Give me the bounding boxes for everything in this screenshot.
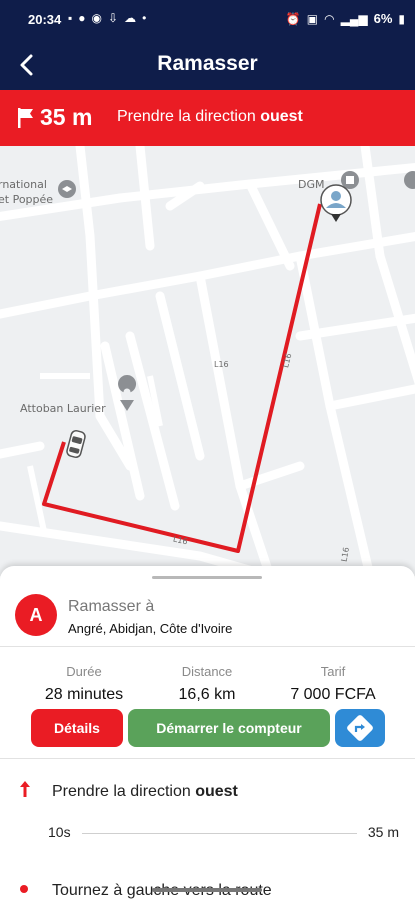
car-icon <box>66 430 86 458</box>
duration-label: Durée <box>66 664 102 679</box>
step-instruction: Prendre la direction ouest <box>52 783 238 801</box>
step-instruction-direction: ouest <box>195 783 238 800</box>
location-icon: ● <box>78 11 86 25</box>
messenger-icon: ◉ <box>91 11 102 25</box>
sheet-drag-handle[interactable] <box>152 576 262 579</box>
details-button[interactable]: Détails <box>31 709 123 747</box>
duration-value: 28 minutes <box>44 686 124 703</box>
signal-icon: ▂▄▆ <box>340 11 368 26</box>
map-label-place-1b: et Poppée <box>0 193 54 206</box>
notification-icons: ▪ ● ◉ ⇩ ☁ • <box>68 11 146 25</box>
fare-value: 7 000 FCFA <box>290 686 376 703</box>
navigation-button[interactable] <box>335 709 385 747</box>
wifi-icon: ◠ <box>324 11 335 26</box>
system-icons: ⏰ ▣ ◠ ▂▄▆ 6% ▮ <box>286 11 405 26</box>
trip-bottom-sheet: A Ramasser à Angré, Abidjan, Côte d'Ivoi… <box>0 566 415 900</box>
sim-icon: ▣ <box>306 11 319 26</box>
education-poi-icon <box>58 180 76 198</box>
map-label-place-1: rnational <box>0 178 47 191</box>
cloud-icon: ☁ <box>124 11 137 25</box>
map-label-street-1: L16 <box>214 360 229 369</box>
flag-icon <box>18 108 33 128</box>
alarm-icon: ⏰ <box>285 11 301 26</box>
map-label-place-2: Attoban Laurier <box>20 402 106 415</box>
banner-instruction-direction: ouest <box>260 108 303 125</box>
distance-label: Distance <box>181 664 233 679</box>
banner-instruction-prefix: Prendre la direction <box>117 108 256 125</box>
next-step-row: Tournez à gauche vers la route <box>0 872 415 900</box>
direction-arrow-icon <box>20 781 30 797</box>
distance-value: 16,6 km <box>178 686 236 703</box>
status-time: 20:34 <box>28 12 62 27</box>
banner-instruction: Prendre la direction ouest <box>117 108 303 126</box>
system-gesture-bar[interactable] <box>152 888 262 892</box>
directions-icon <box>347 715 373 741</box>
start-meter-button[interactable]: Démarrer le compteur <box>128 709 330 747</box>
navigation-banner: 35 m Prendre la direction ouest <box>0 90 415 146</box>
divider <box>0 646 415 647</box>
download-icon: ⇩ <box>108 11 119 25</box>
step-progress-line <box>82 833 357 834</box>
battery-percent: 6% <box>373 11 393 26</box>
pickup-title: Ramasser à <box>68 598 155 615</box>
app-bar: Ramasser <box>0 40 415 90</box>
fare-label: Tarif <box>320 664 346 679</box>
step-time: 10s <box>48 824 71 840</box>
pickup-badge: A <box>15 594 57 636</box>
banner-distance: 35 m <box>40 104 93 130</box>
divider <box>0 758 415 759</box>
battery-icon: ▮ <box>398 11 405 26</box>
passenger-pin-icon <box>320 184 352 222</box>
message-icon: ▪ <box>68 11 73 25</box>
more-notifications-icon: • <box>142 11 147 25</box>
map-streets <box>0 146 415 576</box>
page-title: Ramasser <box>157 52 258 75</box>
status-bar: 20:34 ▪ ● ◉ ⇩ ☁ • ⏰ ▣ ◠ ▂▄▆ 6% ▮ <box>0 0 415 40</box>
map-label-place-3: DGM <box>298 178 325 191</box>
map-view[interactable]: rnational et Poppée Attoban Laurier DGM … <box>0 146 415 576</box>
step-distance: 35 m <box>367 824 399 840</box>
edge-poi-icon <box>404 171 415 189</box>
pickup-address: Angré, Abidjan, Côte d'Ivoire <box>68 621 233 636</box>
next-step-marker-icon <box>20 885 28 893</box>
step-instruction-prefix: Prendre la direction <box>52 783 191 800</box>
